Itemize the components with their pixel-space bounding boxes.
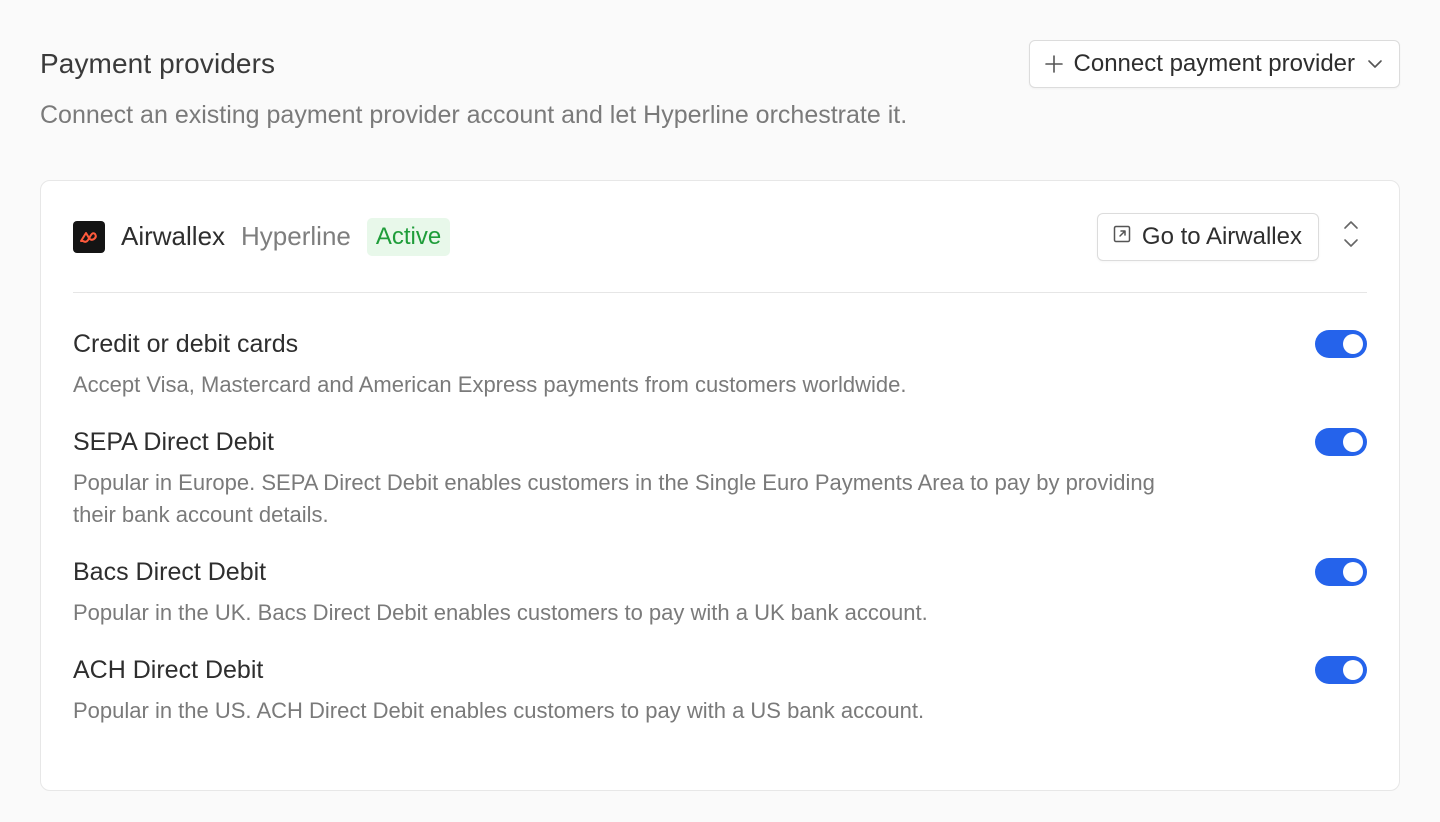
page-subtitle: Connect an existing payment provider acc…	[40, 101, 908, 129]
method-description: Accept Visa, Mastercard and American Exp…	[73, 372, 907, 397]
method-title: SEPA Direct Debit	[73, 428, 275, 456]
cards-toggle[interactable]	[1315, 330, 1367, 358]
plus-icon	[1044, 54, 1064, 74]
connect-payment-provider-label: Connect payment provider	[1073, 50, 1355, 77]
collapse-toggle[interactable]	[1335, 213, 1367, 261]
method-description: Popular in the UK. Bacs Direct Debit ena…	[73, 600, 928, 625]
method-item-ach: ACH Direct Debit Popular in the US. ACH …	[73, 653, 1367, 727]
toggle-knob	[1343, 660, 1363, 680]
toggle-knob	[1343, 432, 1363, 452]
go-to-airwallex-button[interactable]: Go to Airwallex	[1096, 212, 1319, 261]
method-description: Popular in Europe. SEPA Direct Debit ena…	[73, 470, 1155, 527]
method-title: Credit or debit cards	[73, 330, 299, 358]
external-link-icon	[1112, 223, 1132, 251]
payment-providers-page: Payment providers Connect payment provid…	[0, 0, 1440, 822]
method-title: Bacs Direct Debit	[73, 558, 267, 586]
method-title: ACH Direct Debit	[73, 656, 264, 684]
sepa-toggle[interactable]	[1315, 428, 1367, 456]
toggle-knob	[1343, 562, 1363, 582]
toggle-knob	[1343, 334, 1363, 354]
provider-header: Airwallex Hyperline Active Go to Airwall…	[73, 181, 1367, 293]
payment-methods-list: Credit or debit cards Accept Visa, Maste…	[73, 293, 1367, 727]
chevron-down-icon	[1365, 54, 1385, 74]
chevron-up-down-icon	[1341, 218, 1361, 255]
method-item-sepa: SEPA Direct Debit Popular in Europe. SEP…	[73, 425, 1367, 531]
bacs-toggle[interactable]	[1315, 558, 1367, 586]
ach-toggle[interactable]	[1315, 656, 1367, 684]
go-to-airwallex-label: Go to Airwallex	[1141, 222, 1302, 250]
status-badge: Active	[366, 217, 451, 256]
airwallex-logo-icon	[73, 220, 105, 253]
connect-payment-provider-button[interactable]: Connect payment provider	[1028, 40, 1400, 88]
method-item-bacs: Bacs Direct Debit Popular in the UK. Bac…	[73, 555, 1367, 629]
page-title: Payment providers	[40, 48, 276, 79]
provider-card: Airwallex Hyperline Active Go to Airwall…	[40, 180, 1400, 791]
method-description: Popular in the US. ACH Direct Debit enab…	[73, 698, 925, 723]
provider-name: Airwallex	[121, 221, 226, 251]
provider-account: Hyperline	[241, 221, 351, 251]
method-item-cards: Credit or debit cards Accept Visa, Maste…	[73, 327, 1367, 401]
page-header: Payment providers Connect payment provid…	[40, 40, 1400, 88]
